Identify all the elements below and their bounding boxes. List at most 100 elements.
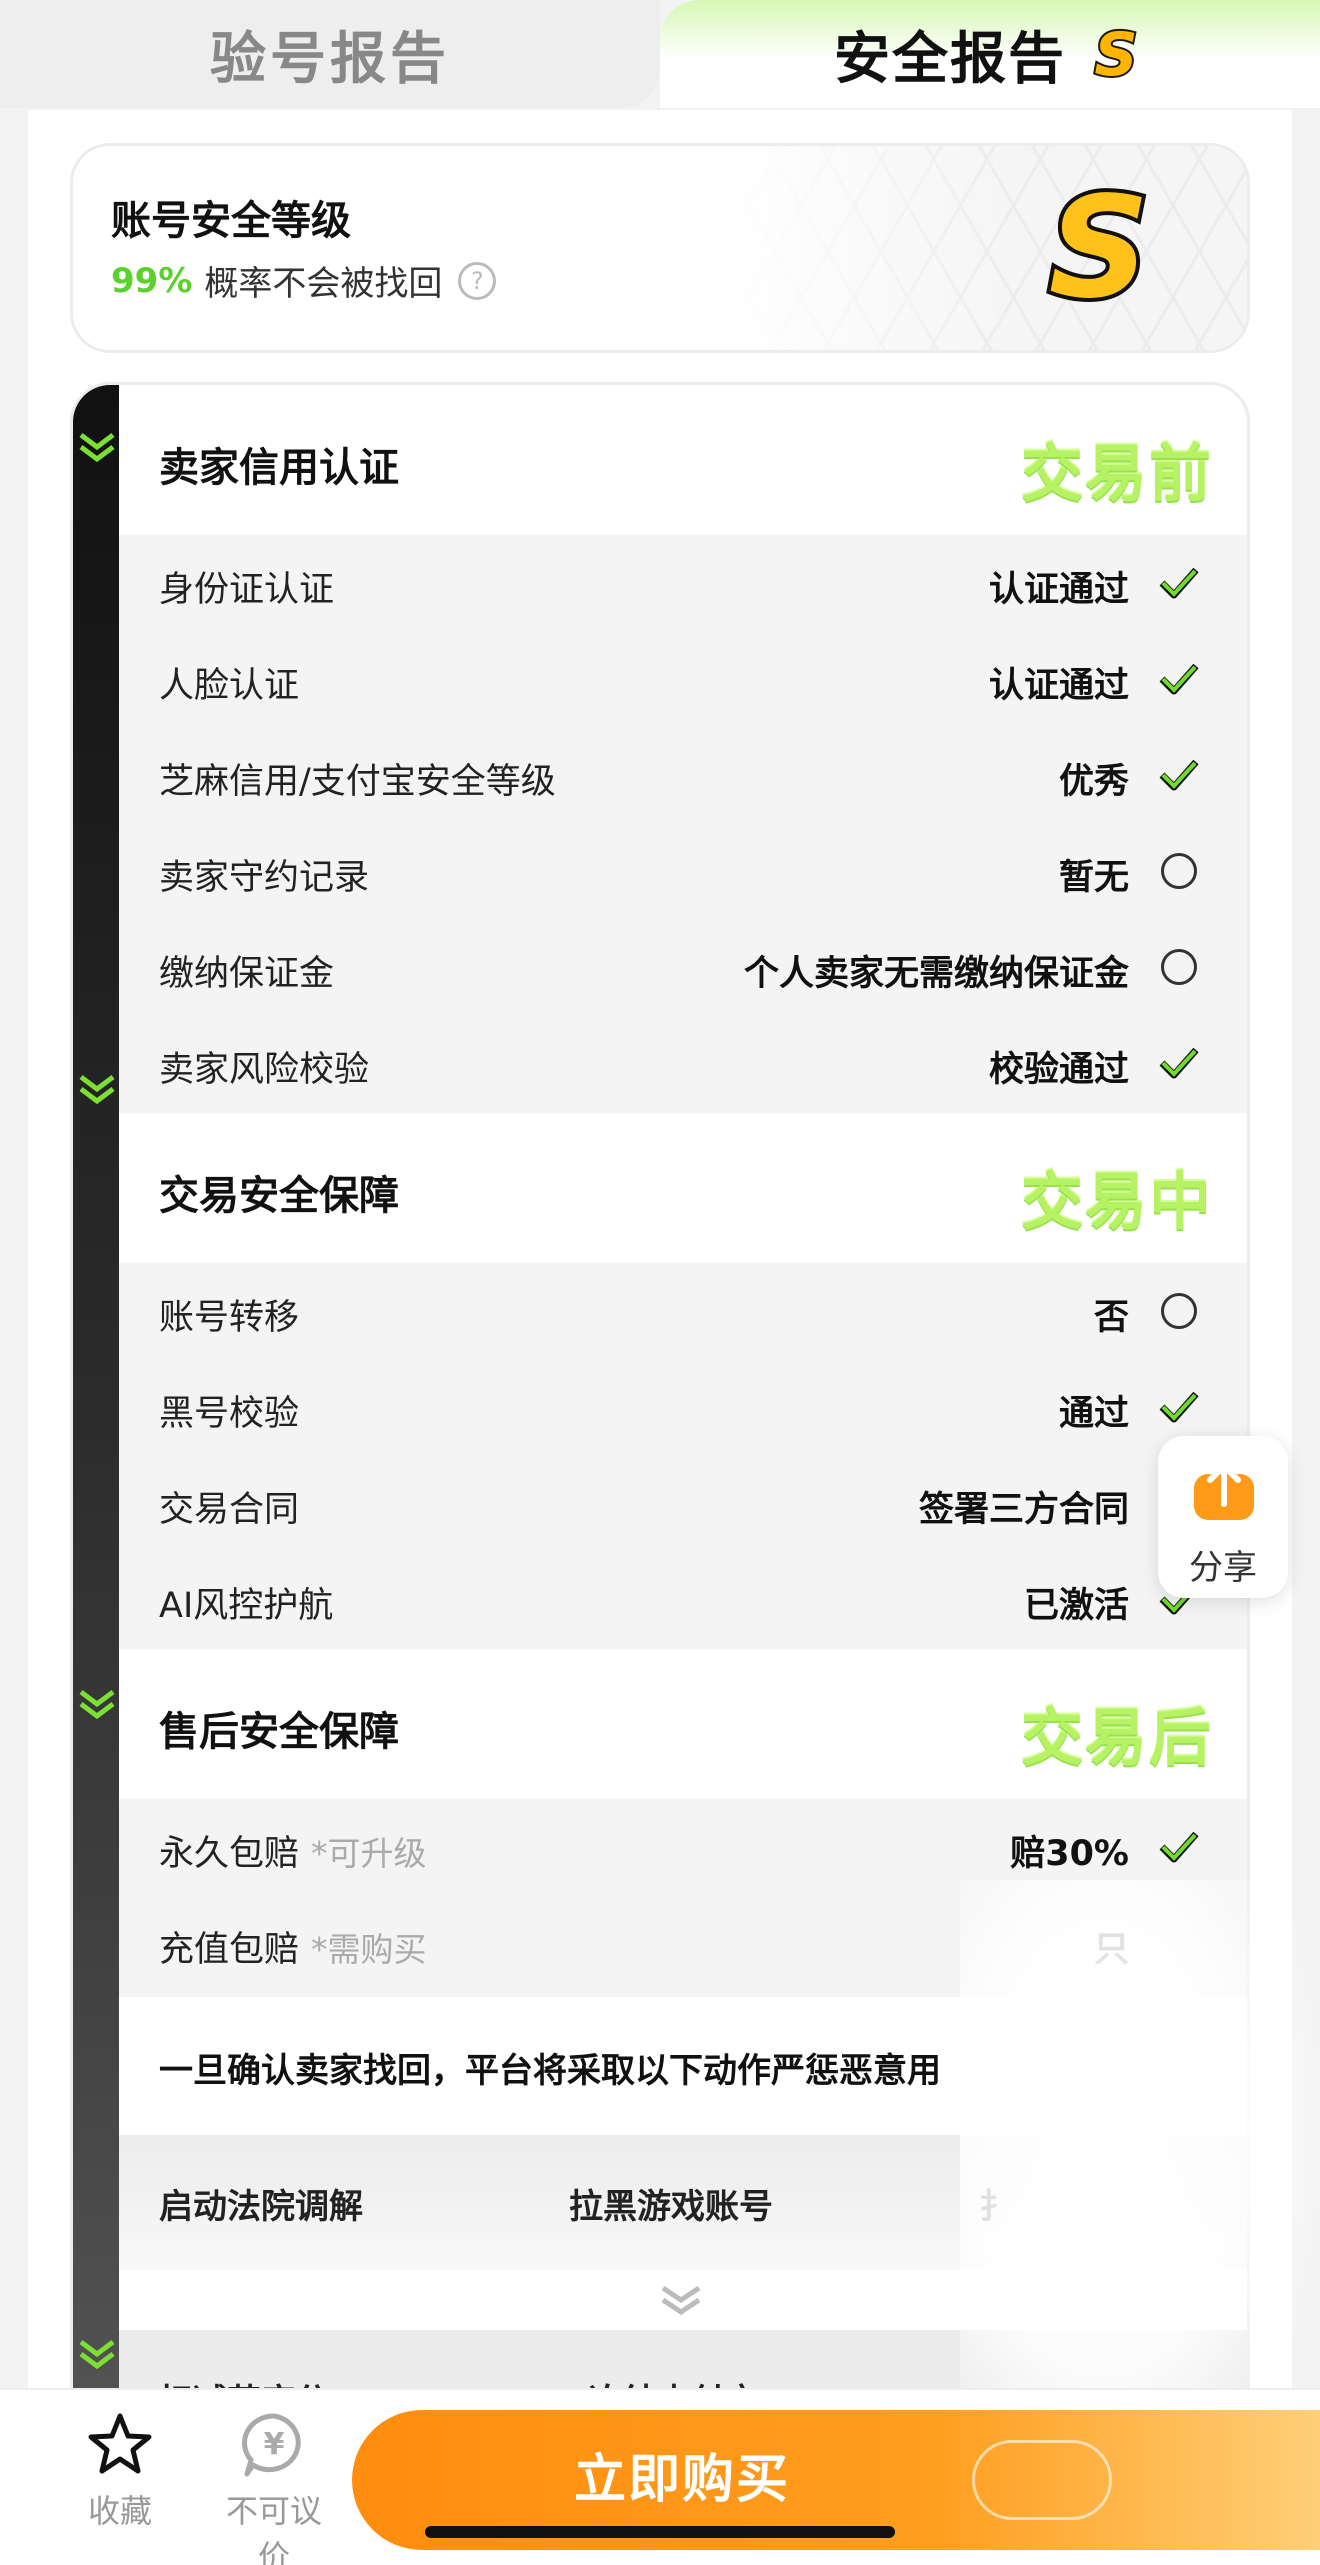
report-tabs: 验号报告 安全报告 S [0,0,1320,115]
security-level-card: 账号安全等级 99% 概率不会被找回 ? S [70,143,1250,353]
list-item: 芝麻信用/支付宝安全等级 优秀 [119,727,1247,823]
security-level-subtitle: 99% 概率不会被找回 ? [111,256,497,305]
stage-tag: 交易中 [1020,1165,1213,1238]
row-label: 交易合同 [159,1490,300,1530]
check-icon [1159,567,1199,599]
tab-security-report[interactable]: 安全报告 S [660,0,1320,108]
row-value: 个人卖家无需缴纳保证金 [743,954,1129,994]
row-label: 账号转移 [159,1298,300,1338]
row-label: AI风控护航 [159,1586,334,1626]
tab-inspection-report[interactable]: 验号报告 [0,0,660,108]
list-item: AI风控护航 已激活 [119,1551,1247,1647]
bottom-action-bar: 收藏 ¥ 不可议价 立即购买 [0,2388,1320,2565]
share-label: 分享 [1189,1548,1257,1588]
empty-circle-icon [1161,853,1197,889]
row-label: 卖家守约记录 [159,858,370,898]
row-hint: *可升级 [311,1834,427,1873]
list-item: 身份证认证 认证通过 [119,535,1247,631]
list-item: 人脸认证 认证通过 [119,631,1247,727]
chevron-down-icon [79,1075,115,1105]
row-label: 黑号校验 [159,1394,300,1434]
list-item: 永久包赔 *可升级 赔30% [119,1799,1247,1895]
chevron-double-down-icon [661,2285,701,2316]
stage-tag: 交易前 [1020,437,1213,510]
star-icon [88,2413,152,2474]
share-upload-icon [1194,1463,1254,1520]
row-value: 签署三方合同 [918,1490,1129,1530]
s-grade-badge-icon: S [1045,178,1154,318]
security-details-card: 卖家信用认证 交易前 身份证认证 认证通过 人脸认证 认证通过 芝麻信用/支付宝… [70,382,1250,2462]
check-icon [1159,1047,1199,1079]
section-after-sales: 售后安全保障 交易后 [119,1649,1247,1799]
row-value: 通过 [1058,1394,1129,1434]
hexagon-pattern [727,146,1247,350]
svg-text:S: S [1049,178,1150,318]
help-icon[interactable]: ? [458,261,497,300]
section-title: 售后安全保障 [159,1709,399,1755]
row-label: 缴纳保证金 [159,954,335,994]
section-rows: 身份证认证 认证通过 人脸认证 认证通过 芝麻信用/支付宝安全等级 优秀 卖家守… [119,535,1247,1113]
action-blacklist-account: 拉黑游戏账号 [569,2187,773,2227]
favorite-label: 收藏 [87,2492,152,2530]
list-item: 充值包赔 *需购买 只 [119,1895,1247,1991]
row-value: 认证通过 [988,666,1129,706]
stage-timeline [73,385,121,2459]
list-item: 账号转移 否 [119,1263,1247,1359]
empty-circle-icon [1161,1293,1197,1329]
check-icon [1159,663,1199,695]
stage-tag: 交易后 [1020,1701,1213,1774]
section-title: 交易安全保障 [159,1173,399,1219]
svg-text:¥: ¥ [264,2427,285,2462]
section-rows: 账号转移 否 黑号校验 通过 交易合同 签署三方合同 AI风控护航 已激活 [119,1263,1247,1649]
check-icon [1159,1831,1199,1863]
row-value: 暂无 [1058,858,1129,898]
row-label: 永久包赔 *可升级 [159,1834,427,1874]
home-indicator [425,2526,895,2538]
security-percent: 99% [111,260,193,301]
section-rows: 永久包赔 *可升级 赔30% 充值包赔 *需购买 只 [119,1799,1247,1997]
penalty-actions: 启动法院调解 拉黑游戏账号 扌 [119,2135,1247,2270]
secondary-pill [972,2440,1112,2520]
list-item: 缴纳保证金 个人卖家无需缴纳保证金 [119,919,1247,1015]
security-level-title: 账号安全等级 [111,198,351,244]
list-item: 卖家守约记录 暂无 [119,823,1247,919]
chevron-down-icon [79,2340,115,2370]
check-icon [1159,759,1199,791]
yen-bubble-icon: ¥ [242,2413,301,2477]
security-description: 概率不会被找回 [204,264,443,304]
list-item: 交易合同 签署三方合同 [119,1455,1247,1551]
share-button[interactable]: 分享 [1158,1436,1288,1598]
row-label: 芝麻信用/支付宝安全等级 [159,762,556,802]
favorite-button[interactable]: 收藏 [60,2410,180,2532]
row-label: 人脸认证 [159,666,300,706]
row-value: 校验通过 [988,1050,1129,1090]
row-value: 否 [1093,1298,1129,1338]
action-truncated: 扌 [979,2187,1013,2227]
no-bargain-indicator: ¥ 不可议价 [212,2410,336,2565]
list-item: 黑号校验 通过 [119,1359,1247,1455]
row-label: 身份证认证 [159,570,335,610]
notice-text: 一旦确认卖家找回，平台将采取以下动作严惩恶意用 [159,2051,941,2091]
chevron-down-icon [79,433,115,463]
chevron-down-icon [79,1690,115,1720]
row-value: 只 [1093,1930,1129,1970]
expand-button[interactable] [119,2270,1247,2330]
check-icon [1159,1391,1199,1423]
security-sections: 卖家信用认证 交易前 身份证认证 认证通过 人脸认证 认证通过 芝麻信用/支付宝… [119,385,1247,2459]
tab-security-report-label: 安全报告 [834,26,1066,92]
s-grade-icon: S [1092,21,1139,87]
row-value: 已激活 [1023,1586,1129,1626]
row-label: 充值包赔 *需购买 [159,1930,427,1970]
row-value: 优秀 [1058,762,1129,802]
row-label: 卖家风险校验 [159,1050,370,1090]
row-hint: *需购买 [311,1930,427,1969]
row-value: 赔30% [1010,1834,1129,1874]
empty-circle-icon [1161,949,1197,985]
action-court-mediation: 启动法院调解 [159,2187,363,2227]
row-value: 认证通过 [988,570,1129,610]
section-title: 卖家信用认证 [159,445,399,491]
no-bargain-label: 不可议价 [225,2492,322,2565]
section-transaction-security: 交易安全保障 交易中 [119,1113,1247,1263]
recovery-penalty-notice: 一旦确认卖家找回，平台将采取以下动作严惩恶意用 [119,1997,1247,2135]
section-seller-credit: 卖家信用认证 交易前 [119,385,1247,535]
